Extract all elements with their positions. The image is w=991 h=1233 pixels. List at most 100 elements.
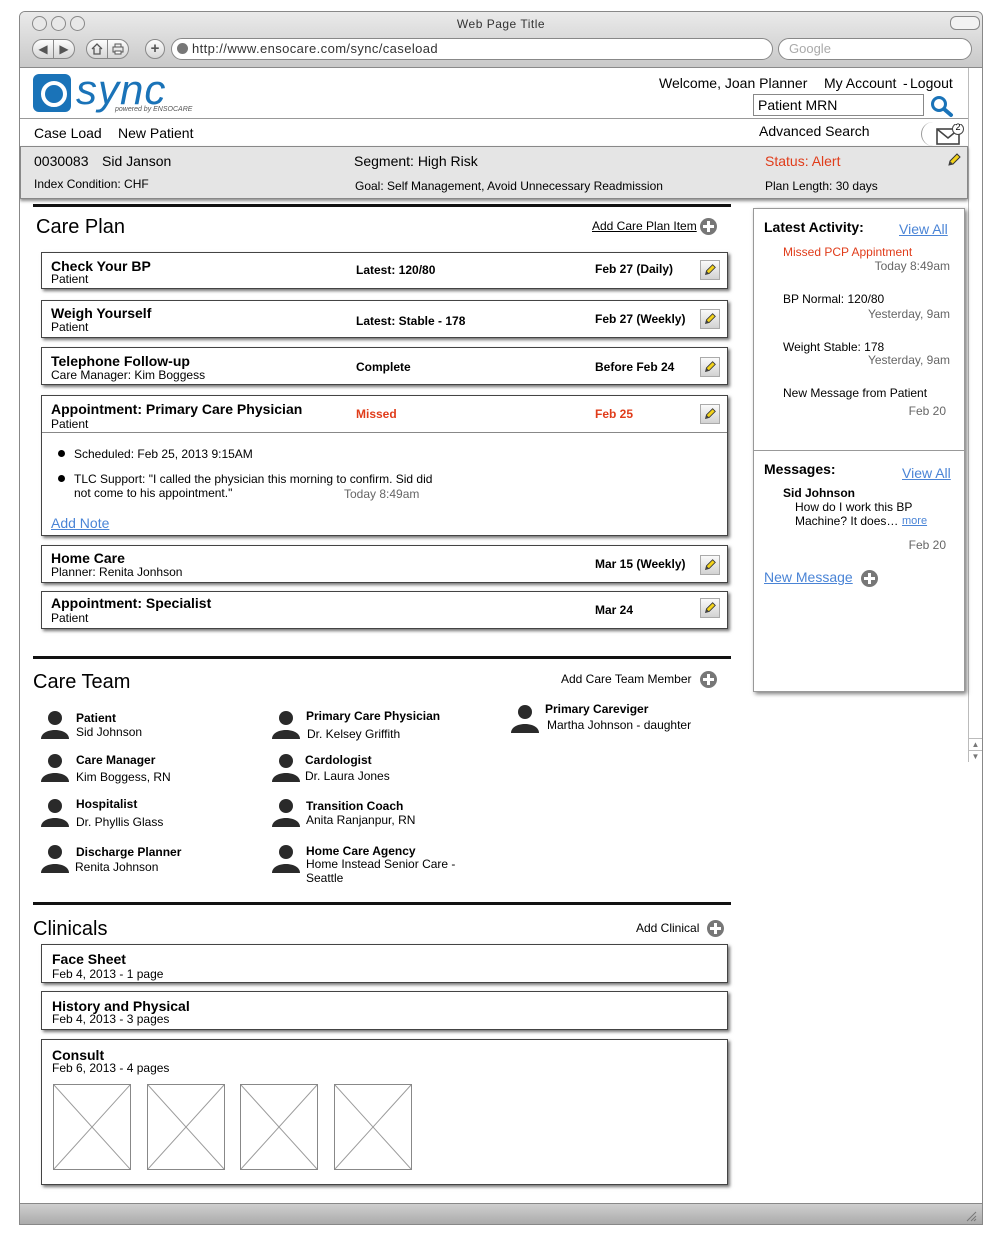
team-member-name: Home Instead Senior Care -	[306, 857, 456, 871]
care-plan-item-due: Feb 25	[595, 407, 634, 421]
care-plan-divider	[33, 204, 731, 207]
resize-grip-icon[interactable]	[965, 1210, 977, 1222]
patient-name: Sid Janson	[102, 153, 172, 169]
edit-pencil-icon[interactable]	[700, 357, 720, 377]
add-clinical-link[interactable]: Add Clinical	[636, 921, 699, 935]
message-preview-cont: Machine? It does…	[795, 514, 899, 528]
tab-edge	[921, 122, 934, 146]
document-page-thumbnail[interactable]	[147, 1084, 225, 1170]
person-avatar-icon	[272, 845, 300, 873]
add-care-team-member-link[interactable]: Add Care Team Member	[561, 672, 692, 686]
care-plan-note-cont: not come to his appointment."	[74, 486, 233, 500]
document-page-thumbnail[interactable]	[240, 1084, 318, 1170]
care-plan-item[interactable]: Check Your BP Patient Latest: 120/80 Feb…	[41, 252, 728, 289]
add-care-team-member-plus-icon[interactable]	[700, 671, 717, 688]
activity-view-all-link[interactable]: View All	[899, 221, 948, 237]
care-plan-item-owner: Patient	[51, 320, 89, 334]
address-bar-url: http://www.ensocare.com/sync/caseload	[192, 41, 439, 56]
advanced-search-link[interactable]: Advanced Search	[759, 123, 870, 139]
person-avatar-icon	[272, 799, 300, 827]
activity-item-time: Yesterday, 9am	[867, 307, 950, 321]
care-plan-item-owner: Patient	[51, 272, 89, 286]
new-message-link[interactable]: New Message	[764, 569, 853, 585]
add-care-plan-item-link[interactable]: Add Care Plan Item	[592, 219, 697, 233]
care-plan-note-time: Today 8:49am	[344, 487, 420, 501]
care-plan-item-title: Weigh Yourself	[51, 305, 152, 321]
message-preview: How do I work this BP	[795, 500, 913, 514]
care-plan-item[interactable]: Telephone Follow-up Care Manager: Kim Bo…	[41, 347, 728, 385]
document-page-thumbnail[interactable]	[334, 1084, 412, 1170]
browser-search-field[interactable]: Google	[778, 38, 972, 60]
nav-case-load[interactable]: Case Load	[34, 125, 102, 141]
address-bar[interactable]: http://www.ensocare.com/sync/caseload	[171, 38, 773, 60]
nav-new-patient[interactable]: New Patient	[118, 125, 193, 141]
care-team-divider	[33, 656, 731, 659]
person-avatar-icon	[511, 705, 539, 733]
back-button[interactable]: ◀	[32, 39, 54, 59]
clinicals-title: Clinicals	[33, 918, 108, 940]
edit-patient-pencil-icon[interactable]	[946, 152, 962, 168]
patient-mrn-placeholder: Patient MRN	[758, 97, 838, 113]
team-member-name: Kim Boggess, RN	[76, 770, 171, 784]
messages-title: Messages:	[764, 461, 836, 477]
browser-statusbar	[20, 1203, 982, 1224]
header-separator: -	[903, 75, 908, 91]
team-member-role: Primary Care Physician	[306, 709, 441, 723]
team-member-name: Renita Johnson	[75, 860, 159, 874]
edit-pencil-icon[interactable]	[700, 598, 720, 618]
care-plan-item-status: Missed	[356, 407, 397, 421]
activity-item-text: BP Normal: 120/80	[783, 292, 885, 306]
scroll-down-arrow-icon[interactable]: ▼	[969, 750, 982, 762]
home-button[interactable]	[86, 39, 108, 59]
sync-logo-icon	[33, 74, 71, 112]
care-plan-item-status: Complete	[356, 360, 411, 374]
team-member-name: Dr. Phyllis Glass	[76, 815, 164, 829]
document-page-thumbnail[interactable]	[53, 1084, 131, 1170]
clinical-document-meta: Feb 4, 2013 - 1 page	[52, 967, 164, 981]
toolbar-toggle-button[interactable]	[950, 16, 980, 30]
add-care-plan-item-plus-icon[interactable]	[700, 218, 717, 235]
add-bookmark-button[interactable]: +	[145, 39, 165, 59]
messages-view-all-link[interactable]: View All	[902, 465, 951, 481]
forward-button[interactable]: ▶	[53, 39, 75, 59]
card-divider	[42, 432, 727, 433]
care-plan-item-due: Feb 27 (Weekly)	[595, 312, 686, 326]
edit-pencil-icon[interactable]	[700, 404, 720, 424]
team-member-role: Hospitalist	[76, 797, 138, 811]
person-avatar-icon	[272, 711, 300, 739]
team-member-role: Care Manager	[76, 753, 156, 767]
add-clinical-plus-icon[interactable]	[707, 920, 724, 937]
latest-activity-title: Latest Activity:	[764, 219, 864, 235]
my-account-link[interactable]: My Account	[824, 75, 896, 91]
care-plan-item-expanded[interactable]: Appointment: Primary Care Physician Pati…	[41, 395, 728, 536]
team-member-name: Sid Johnson	[76, 725, 143, 739]
patient-summary-bar: 0030083 Sid Janson Segment: High Risk St…	[20, 146, 968, 199]
page-scrollbar[interactable]: ▲ ▼	[968, 68, 982, 762]
care-plan-item[interactable]: Weigh Yourself Patient Latest: Stable - …	[41, 300, 728, 338]
search-icon[interactable]	[930, 95, 954, 117]
scroll-up-arrow-icon[interactable]: ▲	[969, 738, 982, 750]
care-plan-item-title: Appointment: Primary Care Physician	[51, 401, 303, 417]
team-member-role: Discharge Planner	[76, 845, 182, 859]
patient-mrn-search-input[interactable]: Patient MRN	[753, 94, 924, 116]
care-plan-item[interactable]: Appointment: Specialist Patient Mar 24	[41, 591, 728, 629]
care-plan-item[interactable]: Home Care Planner: Renita Jonhson Mar 15…	[41, 545, 728, 583]
care-plan-item-owner: Care Manager: Kim Boggess	[51, 368, 206, 382]
edit-pencil-icon[interactable]	[700, 555, 720, 575]
add-note-link[interactable]: Add Note	[51, 515, 109, 531]
activity-item-text: Weight Stable: 178	[783, 340, 885, 354]
edit-pencil-icon[interactable]	[700, 309, 720, 329]
edit-pencil-icon[interactable]	[700, 260, 720, 280]
new-message-plus-icon[interactable]	[861, 570, 878, 587]
team-member-name: Anita Ranjanpur, RN	[306, 813, 416, 827]
team-member-role: Cardologist	[305, 753, 372, 767]
clinical-document[interactable]: Face Sheet Feb 4, 2013 - 1 page	[41, 944, 728, 983]
care-plan-item-title: Home Care	[51, 550, 125, 566]
activity-item-text: Missed PCP Appintment	[783, 245, 913, 259]
logout-link[interactable]: Logout	[910, 75, 953, 91]
person-avatar-icon	[41, 845, 69, 873]
message-more-link[interactable]: more	[902, 515, 927, 527]
clinical-document[interactable]: History and Physical Feb 4, 2013 - 3 pag…	[41, 991, 728, 1030]
care-plan-title: Care Plan	[36, 216, 125, 238]
print-button[interactable]	[107, 39, 129, 59]
